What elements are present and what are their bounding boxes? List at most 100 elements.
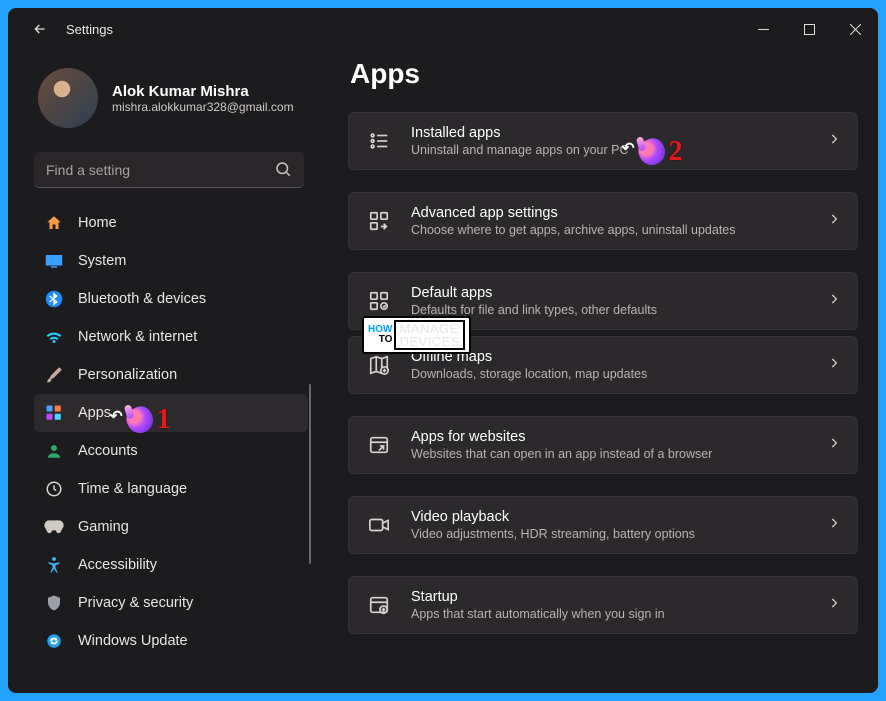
tile-apps-for-websites[interactable]: Apps for websites Websites that can open… <box>348 416 858 474</box>
sidebar-item-privacy[interactable]: Privacy & security <box>34 584 308 622</box>
shield-icon <box>44 593 64 613</box>
clock-globe-icon <box>44 479 64 499</box>
sidebar-item-accessibility[interactable]: Accessibility <box>34 546 308 584</box>
tile-body: Apps for websites Websites that can open… <box>411 429 827 461</box>
list-icon <box>365 127 393 155</box>
tile-advanced-app-settings[interactable]: Advanced app settings Choose where to ge… <box>348 192 858 250</box>
back-button[interactable] <box>22 11 58 47</box>
sidebar: Alok Kumar Mishra mishra.alokkumar328@gm… <box>8 50 324 693</box>
tile-body: Default apps Defaults for file and link … <box>411 285 827 317</box>
map-download-icon <box>365 351 393 379</box>
minimize-button[interactable] <box>740 13 786 45</box>
window-controls <box>740 13 878 45</box>
watermark-line2: DEVICES <box>399 335 460 348</box>
close-button[interactable] <box>832 13 878 45</box>
sidebar-item-time-language[interactable]: Time & language <box>34 470 308 508</box>
tile-body: Offline maps Downloads, storage location… <box>411 349 827 381</box>
sidebar-item-label: Apps <box>78 405 111 421</box>
sidebar-item-personalization[interactable]: Personalization <box>34 356 308 394</box>
profile-block[interactable]: Alok Kumar Mishra mishra.alokkumar328@gm… <box>34 60 308 146</box>
chevron-right-icon <box>827 212 841 231</box>
sidebar-item-home[interactable]: Home <box>34 204 308 242</box>
tile-title: Advanced app settings <box>411 205 827 221</box>
sidebar-item-label: Accessibility <box>78 557 157 573</box>
search-input[interactable] <box>34 152 304 188</box>
video-icon <box>365 511 393 539</box>
settings-window: Settings Alok Kumar Mishra mishra.alokku… <box>8 8 878 693</box>
sidebar-item-label: Bluetooth & devices <box>78 291 206 307</box>
tile-body: Video playback Video adjustments, HDR st… <box>411 509 827 541</box>
chevron-right-icon <box>827 516 841 535</box>
tile-subtitle: Apps that start automatically when you s… <box>411 607 827 621</box>
profile-email: mishra.alokkumar328@gmail.com <box>112 100 294 114</box>
home-icon <box>44 213 64 233</box>
avatar <box>38 68 98 128</box>
paintbrush-icon <box>44 365 64 385</box>
minimize-icon <box>758 24 769 35</box>
sidebar-item-label: Privacy & security <box>78 595 193 611</box>
settings-tiles: Installed apps Uninstall and manage apps… <box>348 112 858 634</box>
tile-subtitle: Defaults for file and link types, other … <box>411 303 827 317</box>
apps-grid-icon <box>44 403 64 423</box>
window-open-icon <box>365 431 393 459</box>
accessibility-icon <box>44 555 64 575</box>
apps-grid-arrow-icon <box>365 207 393 235</box>
arrow-left-icon <box>32 21 48 37</box>
sidebar-item-gaming[interactable]: Gaming <box>34 508 308 546</box>
sidebar-item-windows-update[interactable]: Windows Update <box>34 622 308 660</box>
tile-subtitle: Downloads, storage location, map updates <box>411 367 827 381</box>
sidebar-item-bluetooth[interactable]: Bluetooth & devices <box>34 280 308 318</box>
maximize-icon <box>804 24 815 35</box>
sidebar-item-label: Time & language <box>78 481 187 497</box>
search-wrap <box>34 152 304 188</box>
sidebar-item-network[interactable]: Network & internet <box>34 318 308 356</box>
profile-name: Alok Kumar Mishra <box>112 83 294 100</box>
watermark-howtomanagedevices: HOW TO MANAGE DEVICES <box>362 316 471 354</box>
watermark-to: TO <box>379 335 393 345</box>
window-title: Settings <box>66 22 113 37</box>
chevron-right-icon <box>827 356 841 375</box>
sidebar-item-apps[interactable]: Apps <box>34 394 308 432</box>
sidebar-item-system[interactable]: System <box>34 242 308 280</box>
chevron-right-icon <box>827 292 841 311</box>
sidebar-item-label: Accounts <box>78 443 138 459</box>
update-icon <box>44 631 64 651</box>
tile-title: Default apps <box>411 285 827 301</box>
sidebar-item-accounts[interactable]: Accounts <box>34 432 308 470</box>
chevron-right-icon <box>827 596 841 615</box>
display-icon <box>44 251 64 271</box>
page-title: Apps <box>350 58 858 90</box>
tile-title: Installed apps <box>411 125 827 141</box>
watermark-box: MANAGE DEVICES <box>394 320 465 350</box>
tile-video-playback[interactable]: Video playback Video adjustments, HDR st… <box>348 496 858 554</box>
tile-subtitle: Uninstall and manage apps on your PC <box>411 143 827 157</box>
scroll-indicator <box>309 384 311 564</box>
tile-title: Startup <box>411 589 827 605</box>
tile-subtitle: Websites that can open in an app instead… <box>411 447 827 461</box>
sidebar-item-label: Windows Update <box>78 633 188 649</box>
tile-installed-apps[interactable]: Installed apps Uninstall and manage apps… <box>348 112 858 170</box>
maximize-button[interactable] <box>786 13 832 45</box>
close-icon <box>850 24 861 35</box>
chevron-right-icon <box>827 132 841 151</box>
tile-subtitle: Video adjustments, HDR streaming, batter… <box>411 527 827 541</box>
titlebar: Settings <box>8 8 878 50</box>
main-content: Apps Installed apps Uninstall and manage… <box>324 50 878 693</box>
search-icon <box>274 160 292 183</box>
tile-subtitle: Choose where to get apps, archive apps, … <box>411 223 827 237</box>
startup-icon <box>365 591 393 619</box>
sidebar-item-label: Gaming <box>78 519 129 535</box>
gamepad-icon <box>44 517 64 537</box>
profile-text: Alok Kumar Mishra mishra.alokkumar328@gm… <box>112 83 294 114</box>
sidebar-item-label: Personalization <box>78 367 177 383</box>
tile-body: Advanced app settings Choose where to ge… <box>411 205 827 237</box>
sidebar-nav: Home System Bluetooth & devices <box>34 204 308 660</box>
sidebar-item-label: Network & internet <box>78 329 197 345</box>
tile-startup[interactable]: Startup Apps that start automatically wh… <box>348 576 858 634</box>
tile-title: Apps for websites <box>411 429 827 445</box>
tile-title: Video playback <box>411 509 827 525</box>
chevron-right-icon <box>827 436 841 455</box>
sidebar-item-label: Home <box>78 215 117 231</box>
tile-body: Installed apps Uninstall and manage apps… <box>411 125 827 157</box>
bluetooth-icon <box>44 289 64 309</box>
